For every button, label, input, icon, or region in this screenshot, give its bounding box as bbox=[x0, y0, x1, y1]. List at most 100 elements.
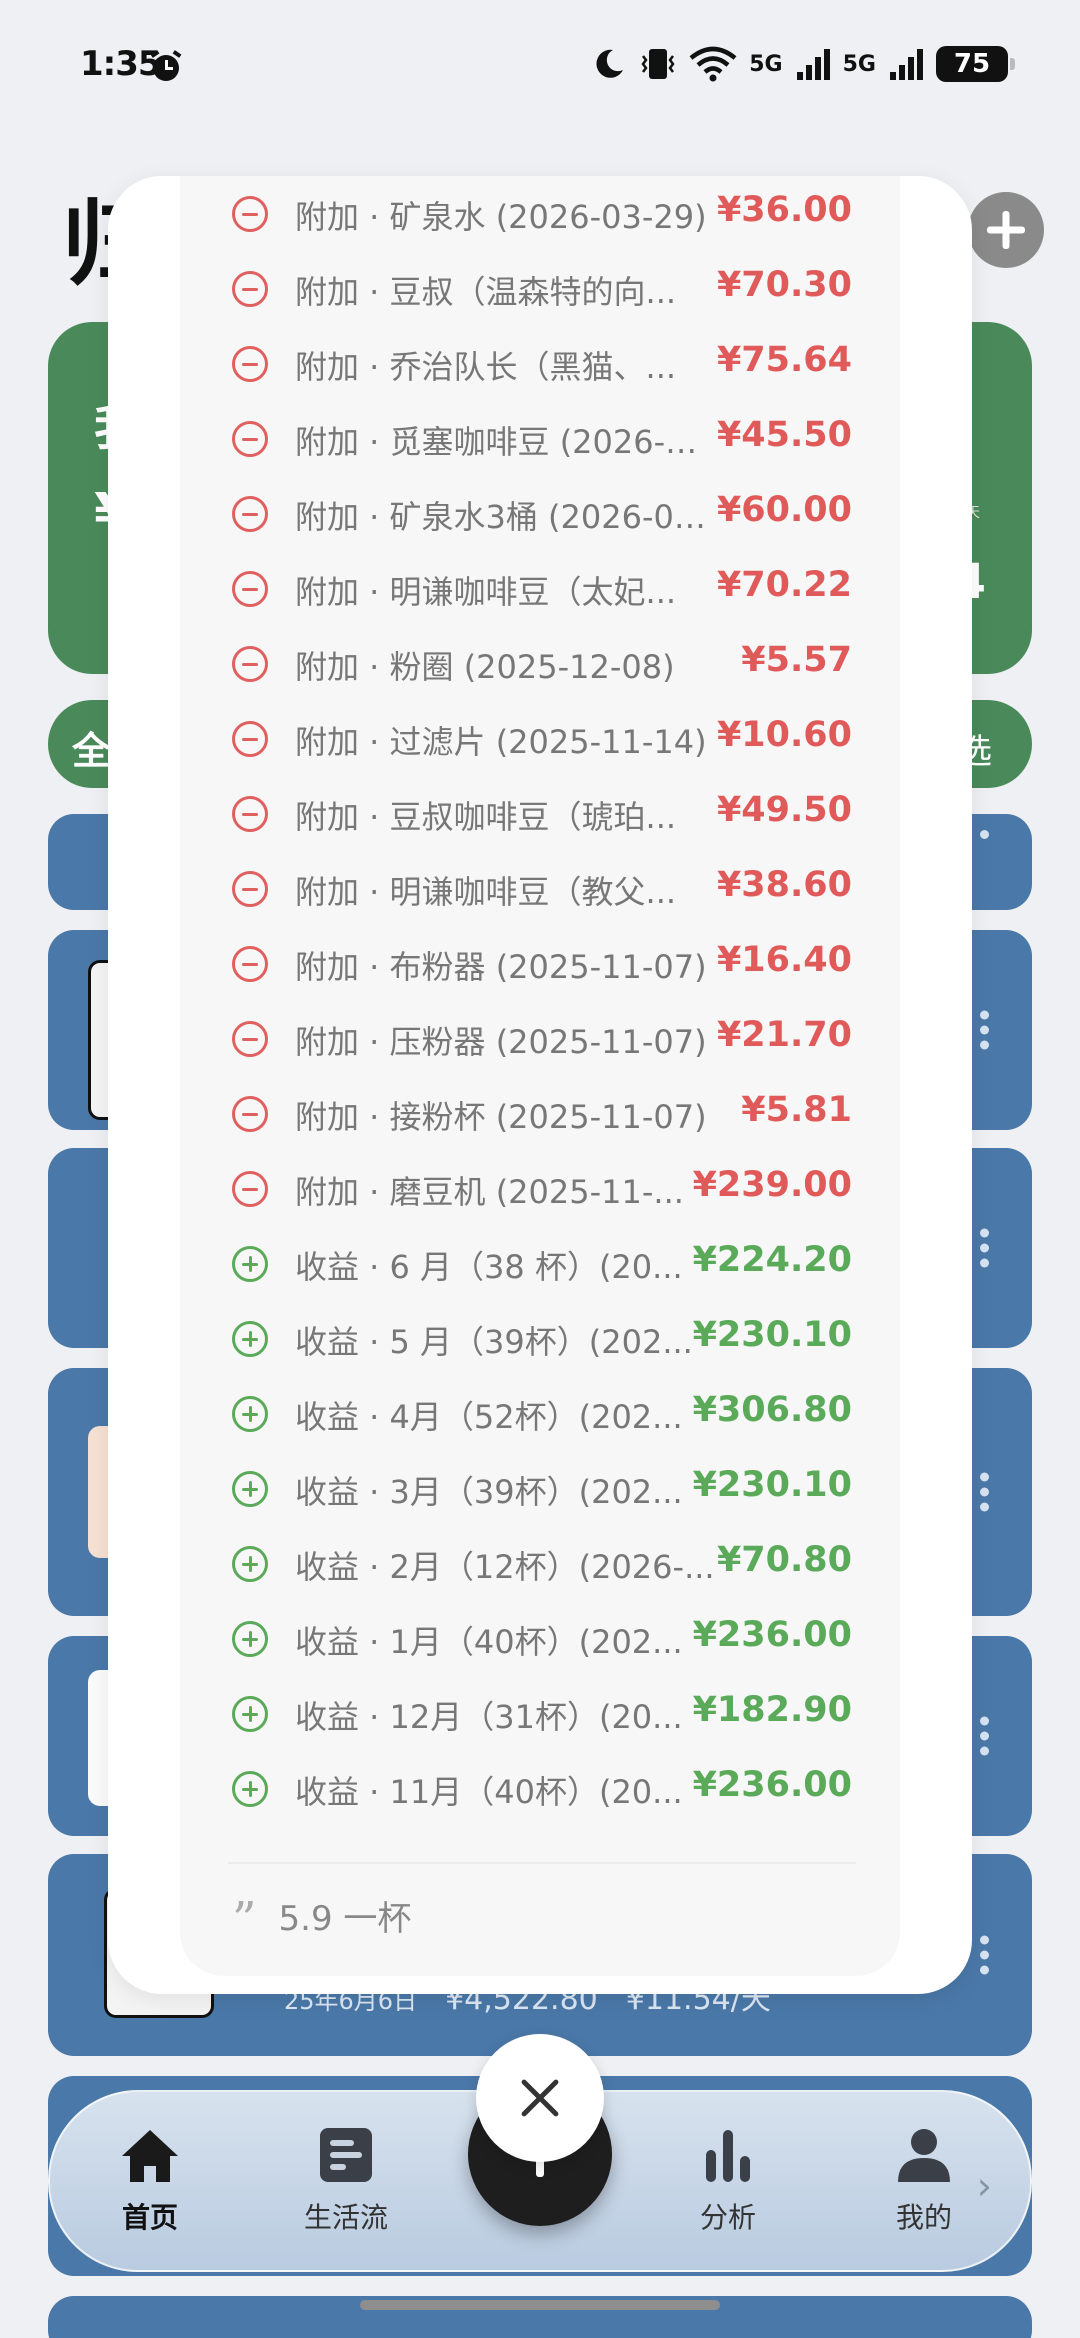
plus-circle-icon bbox=[232, 1246, 268, 1282]
item-amount: ¥70.22 bbox=[716, 565, 852, 605]
feed-icon bbox=[320, 2128, 372, 2182]
minus-circle-icon bbox=[232, 421, 268, 457]
chevron-right-icon[interactable]: › bbox=[977, 2164, 992, 2208]
list-item[interactable]: 附加 · 过滤片 (2025-11-14) ¥10.60 bbox=[180, 703, 900, 778]
list-item[interactable]: 附加 · 乔治队长（黑猫、... ¥75.64 bbox=[180, 328, 900, 403]
home-icon bbox=[122, 2130, 178, 2182]
minus-circle-icon bbox=[232, 271, 268, 307]
nav-me-label: 我的 bbox=[895, 2201, 952, 2234]
more-icon[interactable] bbox=[980, 1711, 989, 1762]
minus-circle-icon bbox=[232, 196, 268, 232]
list-item[interactable]: 附加 · 觅塞咖啡豆 (2026-0... ¥45.50 bbox=[180, 403, 900, 478]
plus-circle-icon bbox=[232, 1771, 268, 1807]
item-amount: ¥16.40 bbox=[716, 940, 852, 980]
list-item[interactable]: 附加 · 布粉器 (2025-11-07) ¥16.40 bbox=[180, 928, 900, 1003]
more-icon[interactable] bbox=[980, 1223, 989, 1274]
list-item[interactable]: 附加 · 明谦咖啡豆（教父... ¥38.60 bbox=[180, 853, 900, 928]
list-item[interactable]: 附加 · 豆叔（温森特的向... ¥70.30 bbox=[180, 253, 900, 328]
list-item[interactable]: 附加 · 豆叔咖啡豆（琥珀... ¥49.50 bbox=[180, 778, 900, 853]
plus-circle-icon bbox=[232, 1471, 268, 1507]
item-amount: ¥182.90 bbox=[692, 1690, 852, 1730]
battery-indicator: 75 bbox=[936, 46, 1015, 82]
add-icon[interactable] bbox=[968, 192, 1044, 268]
item-amount: ¥75.64 bbox=[716, 340, 852, 380]
minus-circle-icon bbox=[232, 1096, 268, 1132]
item-amount: ¥230.10 bbox=[692, 1465, 852, 1505]
minus-circle-icon bbox=[232, 946, 268, 982]
list-item[interactable]: 收益 · 4月（52杯）(202... ¥306.80 bbox=[180, 1378, 900, 1453]
plus-circle-icon bbox=[232, 1396, 268, 1432]
list-item[interactable]: 收益 · 12月（31杯）(20... ¥182.90 bbox=[180, 1678, 900, 1753]
item-label: 附加 · 磨豆机 (2025-11-... bbox=[295, 1173, 684, 1211]
more-icon[interactable] bbox=[980, 1467, 989, 1518]
item-amount: ¥49.50 bbox=[716, 790, 852, 830]
item-label: 附加 · 接粉杯 (2025-11-07) bbox=[295, 1098, 707, 1136]
item-amount: ¥236.00 bbox=[692, 1615, 852, 1655]
minus-circle-icon bbox=[232, 1021, 268, 1057]
list-item[interactable]: 附加 · 矿泉水 (2026-03-29) ¥36.00 bbox=[180, 178, 900, 253]
nav-feed[interactable]: 生活流 bbox=[286, 2126, 406, 2236]
item-label: 附加 · 布粉器 (2025-11-07) bbox=[295, 948, 707, 986]
status-icons: 5G 5G 75 bbox=[591, 46, 1015, 82]
item-amount: ¥45.50 bbox=[716, 415, 852, 455]
list-item[interactable]: 附加 · 明谦咖啡豆（太妃... ¥70.22 bbox=[180, 553, 900, 628]
signal-icon-1 bbox=[796, 49, 830, 80]
nav-home-label: 首页 bbox=[121, 2201, 178, 2234]
nav-feed-label: 生活流 bbox=[303, 2201, 388, 2234]
item-label: 附加 · 觅塞咖啡豆 (2026-0... bbox=[295, 423, 715, 461]
item-label: 附加 · 压粉器 (2025-11-07) bbox=[295, 1023, 707, 1061]
alarm-icon bbox=[150, 50, 182, 81]
minus-circle-icon bbox=[232, 496, 268, 532]
minus-circle-icon bbox=[232, 796, 268, 832]
list-item[interactable]: 收益 · 3月（39杯）(202... ¥230.10 bbox=[180, 1453, 900, 1528]
more-icon[interactable] bbox=[980, 1005, 989, 1056]
item-label: 附加 · 矿泉水 (2026-03-29) bbox=[295, 198, 707, 236]
bar-chart-icon bbox=[706, 2130, 750, 2182]
list-item[interactable]: 附加 · 粉圈 (2025-12-08) ¥5.57 bbox=[180, 628, 900, 703]
detail-modal: 附加 · 矿泉水 (2026-03-29) ¥36.00 附加 · 豆叔（温森特的向… bbox=[108, 176, 972, 1994]
nav-me[interactable]: 我的 bbox=[864, 2126, 984, 2236]
list-item[interactable]: 收益 · 1月（40杯）(202... ¥236.00 bbox=[180, 1603, 900, 1678]
plus-circle-icon bbox=[232, 1321, 268, 1357]
list-item[interactable]: 附加 · 压粉器 (2025-11-07) ¥21.70 bbox=[180, 1003, 900, 1078]
item-amount: ¥70.30 bbox=[716, 265, 852, 305]
item-label: 收益 · 4月（52杯）(202... bbox=[295, 1398, 683, 1436]
list-item[interactable]: 附加 · 磨豆机 (2025-11-... ¥239.00 bbox=[180, 1153, 900, 1228]
list-item[interactable]: 附加 · 接粉杯 (2025-11-07) ¥5.81 bbox=[180, 1078, 900, 1153]
item-amount: ¥21.70 bbox=[716, 1015, 852, 1055]
list-item[interactable]: 附加 · 矿泉水3桶 (2026-01... ¥60.00 bbox=[180, 478, 900, 553]
item-amount: ¥5.57 bbox=[741, 640, 852, 680]
user-icon bbox=[898, 2129, 950, 2182]
item-amount: ¥36.00 bbox=[716, 190, 852, 230]
item-label: 收益 · 1月（40杯）(202... bbox=[295, 1623, 683, 1661]
minus-circle-icon bbox=[232, 571, 268, 607]
list-item[interactable]: 收益 · 6 月（38 杯）(20... ¥224.20 bbox=[180, 1228, 900, 1303]
item-amount: ¥230.10 bbox=[692, 1315, 852, 1355]
item-label: 收益 · 5 月（39杯）(202... bbox=[295, 1323, 693, 1361]
list-item[interactable]: 收益 · 2月（12杯）(2026-... ¥70.80 bbox=[180, 1528, 900, 1603]
nav-analysis[interactable]: 分析 bbox=[668, 2126, 788, 2236]
nav-analysis-label: 分析 bbox=[699, 2201, 756, 2234]
item-label: 附加 · 明谦咖啡豆（太妃... bbox=[295, 573, 677, 611]
home-indicator[interactable] bbox=[360, 2300, 720, 2310]
item-label: 附加 · 明谦咖啡豆（教父... bbox=[295, 873, 677, 911]
close-button[interactable] bbox=[476, 2034, 604, 2162]
minus-circle-icon bbox=[232, 1171, 268, 1207]
minus-circle-icon bbox=[232, 646, 268, 682]
filter-all[interactable]: 全 bbox=[72, 720, 110, 775]
nav-home[interactable]: 首页 bbox=[90, 2126, 210, 2236]
network-type-2: 5G bbox=[842, 51, 876, 77]
note-text: 5.9 一杯 bbox=[278, 1898, 412, 1939]
more-icon[interactable] bbox=[980, 1930, 989, 1981]
item-amount: ¥60.00 bbox=[716, 490, 852, 530]
list-item[interactable]: 收益 · 11月（40杯）(20... ¥236.00 bbox=[180, 1753, 900, 1828]
item-label: 附加 · 豆叔（温森特的向... bbox=[295, 273, 677, 311]
signal-icon-2 bbox=[890, 49, 923, 80]
item-amount: ¥236.00 bbox=[692, 1765, 852, 1805]
list-item[interactable]: 收益 · 5 月（39杯）(202... ¥230.10 bbox=[180, 1303, 900, 1378]
item-label: 收益 · 6 月（38 杯）(20... bbox=[295, 1248, 683, 1286]
more-icon[interactable] bbox=[980, 824, 989, 845]
minus-circle-icon bbox=[232, 346, 268, 382]
item-amount: ¥38.60 bbox=[716, 865, 852, 905]
item-label: 附加 · 豆叔咖啡豆（琥珀... bbox=[295, 798, 677, 836]
